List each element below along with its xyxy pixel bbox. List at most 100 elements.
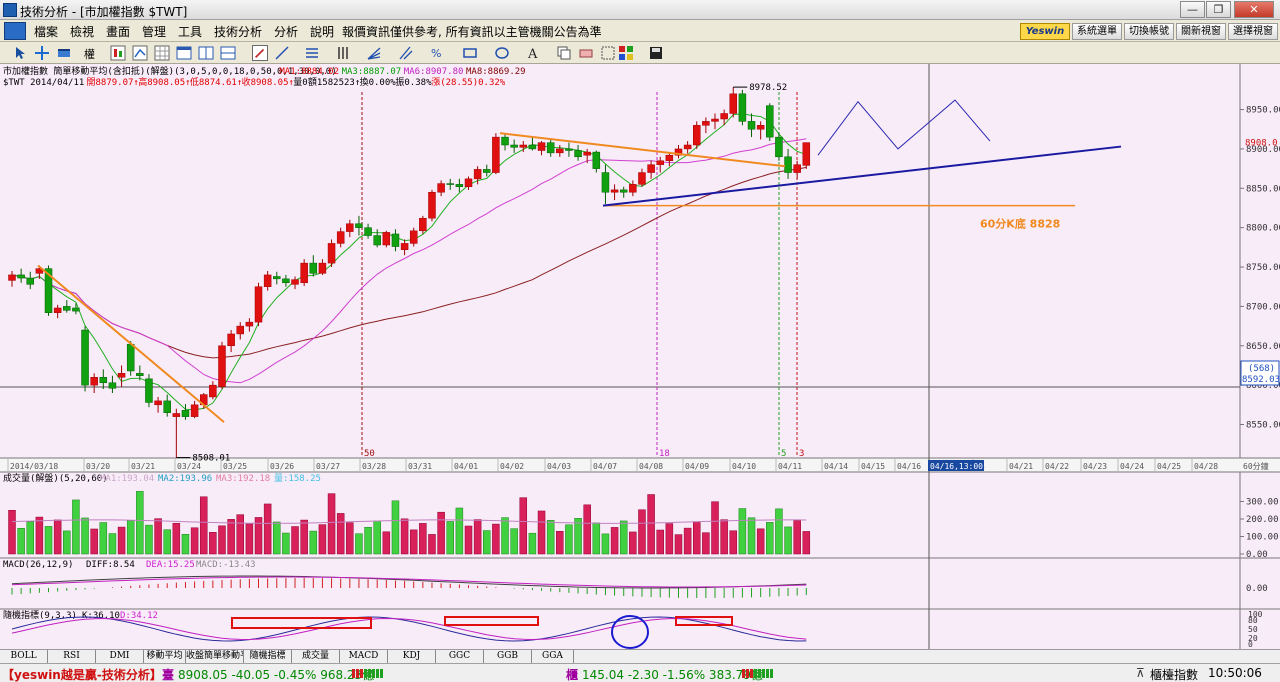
tab-boll[interactable]: BOLL — [0, 650, 48, 664]
candle-body — [108, 382, 117, 389]
window-icon[interactable] — [176, 45, 192, 61]
candle-body — [346, 223, 354, 232]
close-button[interactable]: ✕ — [1234, 1, 1274, 18]
percent-tool-icon[interactable]: % — [428, 45, 444, 61]
tab-rsi[interactable]: RSI — [48, 650, 96, 664]
volume-bar — [181, 533, 190, 555]
menu-screen[interactable]: 畫面 — [106, 23, 130, 40]
tab-kdj[interactable]: KDJ — [388, 650, 436, 664]
color-icon[interactable] — [618, 45, 634, 61]
volume-bar — [145, 524, 153, 555]
candle-body — [428, 191, 436, 219]
candle-body — [756, 125, 765, 130]
svg-text:A: A — [527, 47, 538, 61]
draw-pen-icon[interactable] — [252, 45, 268, 61]
quote-field-6: 額1582523↑ — [308, 76, 360, 88]
cursor-date-label: 04/16,13:00 — [930, 462, 983, 471]
window-tile-icon[interactable] — [220, 45, 236, 61]
grid-icon[interactable] — [154, 45, 170, 61]
tab-dmi[interactable]: DMI — [96, 650, 144, 664]
erase-icon[interactable] — [578, 45, 594, 61]
volume-bar — [702, 532, 710, 555]
volume-bar — [346, 522, 354, 555]
volume-bar — [720, 519, 728, 555]
compare-icon[interactable] — [198, 45, 214, 61]
tab-ggc[interactable]: GGC — [436, 650, 484, 664]
volume-bar — [81, 517, 89, 555]
downtrend-line — [37, 264, 225, 423]
cursor-icon[interactable] — [12, 45, 28, 61]
kd-axis-label: 80 — [1248, 616, 1258, 625]
candle-body — [619, 189, 628, 193]
tab-macd[interactable]: MACD — [340, 650, 388, 664]
date-label: 03/20 — [86, 462, 110, 471]
candle-body — [793, 164, 801, 173]
candle-body — [784, 156, 792, 173]
candle-body — [446, 183, 454, 185]
system-menu-button[interactable]: 系統選單 — [1072, 23, 1122, 40]
save-icon[interactable] — [648, 45, 664, 61]
volume-bar — [738, 508, 747, 555]
bar-icon[interactable] — [56, 45, 72, 61]
candle-body — [99, 377, 108, 384]
quote-field-9: 漲(28.55)0.32% — [431, 77, 506, 88]
font-tool-icon[interactable]: A — [526, 45, 542, 61]
app-logo-icon — [3, 3, 17, 17]
zoom-icon[interactable] — [132, 45, 148, 61]
line-tool-icon[interactable] — [274, 45, 290, 61]
candle-body — [26, 277, 35, 285]
otc-quote: 145.04 -2.30 -1.56% 383.79億 — [582, 668, 763, 682]
bars-tool-icon[interactable] — [336, 45, 352, 61]
menu-analysis[interactable]: 分析 — [274, 23, 298, 40]
tab-gga[interactable]: GGA — [532, 650, 574, 664]
menu-tools[interactable]: 工具 — [178, 23, 202, 40]
tab-volume[interactable]: 成交量 — [292, 650, 340, 664]
menu-tech-analysis[interactable]: 技術分析 — [214, 23, 262, 40]
gann-tool-icon[interactable] — [398, 45, 414, 61]
candle-body — [227, 333, 235, 347]
select-window-button[interactable]: 選擇視窗 — [1228, 23, 1278, 40]
volume-bar — [400, 518, 409, 555]
close-new-window-button[interactable]: 關新視窗 — [1176, 23, 1226, 40]
index-lock-icon[interactable]: ⊼ — [1136, 666, 1145, 680]
tab-moving-average[interactable]: 移動平均 — [144, 650, 186, 664]
quote-field-0: $TWT 2014/04/11 — [3, 78, 84, 88]
quote-field-8: 振0.38% — [395, 76, 432, 88]
volume-bar — [382, 531, 391, 555]
candle-body — [419, 217, 427, 232]
copy-icon[interactable] — [556, 45, 572, 61]
otc-label: 櫃 — [566, 668, 579, 682]
minimize-button[interactable]: — — [1180, 1, 1205, 18]
text-tool-icon[interactable] — [304, 45, 320, 61]
menu-file[interactable]: 檔案 — [34, 23, 58, 40]
candle-body — [126, 343, 135, 372]
kline-weight-label[interactable]: 權 — [84, 46, 95, 62]
chart-canvas[interactable]: 市加權指數 簡單移動平均(含扣抵)(解盤)(3,0,5,0,0,18,0,50,… — [0, 64, 1280, 649]
menu-manage[interactable]: 管理 — [142, 23, 166, 40]
volume-bar — [756, 528, 765, 555]
candle-body — [409, 230, 418, 244]
fan-tool-icon[interactable] — [366, 45, 382, 61]
kline-icon[interactable] — [110, 45, 126, 61]
date-label: 04/08 — [639, 462, 663, 471]
tab-stochastic[interactable]: 隨機指標 — [244, 650, 292, 664]
macd-dea-label: DEA:15.25 — [146, 560, 195, 570]
chart-area[interactable]: 市加權指數 簡單移動平均(含扣抵)(解盤)(3,0,5,0,0,18,0,50,… — [0, 64, 1280, 649]
restore-button[interactable]: ❐ — [1206, 1, 1231, 18]
switch-account-button[interactable]: 切換帳號 — [1124, 23, 1174, 40]
quote-field-1: 開8879.07↑ — [87, 77, 139, 88]
select-icon[interactable] — [600, 45, 616, 61]
tab-ggb[interactable]: GGB — [484, 650, 532, 664]
menu-help[interactable]: 說明 — [310, 23, 334, 40]
menu-view[interactable]: 檢視 — [70, 23, 94, 40]
price-tick-label: 8800.00 — [1246, 224, 1280, 234]
macd-diff-label: DIFF:8.54 — [86, 560, 135, 570]
date-label: 04/21 — [1009, 462, 1033, 471]
rect-tool-icon[interactable] — [462, 45, 478, 61]
ellipse-tool-icon[interactable] — [494, 45, 510, 61]
crosshair-icon[interactable] — [34, 45, 50, 61]
price-tick-label: 8550.00 — [1246, 421, 1280, 431]
candle-body — [492, 136, 500, 173]
tab-close-sma[interactable]: 收盤簡單移動平 — [186, 650, 244, 664]
kd-oversold-circle — [611, 615, 649, 649]
